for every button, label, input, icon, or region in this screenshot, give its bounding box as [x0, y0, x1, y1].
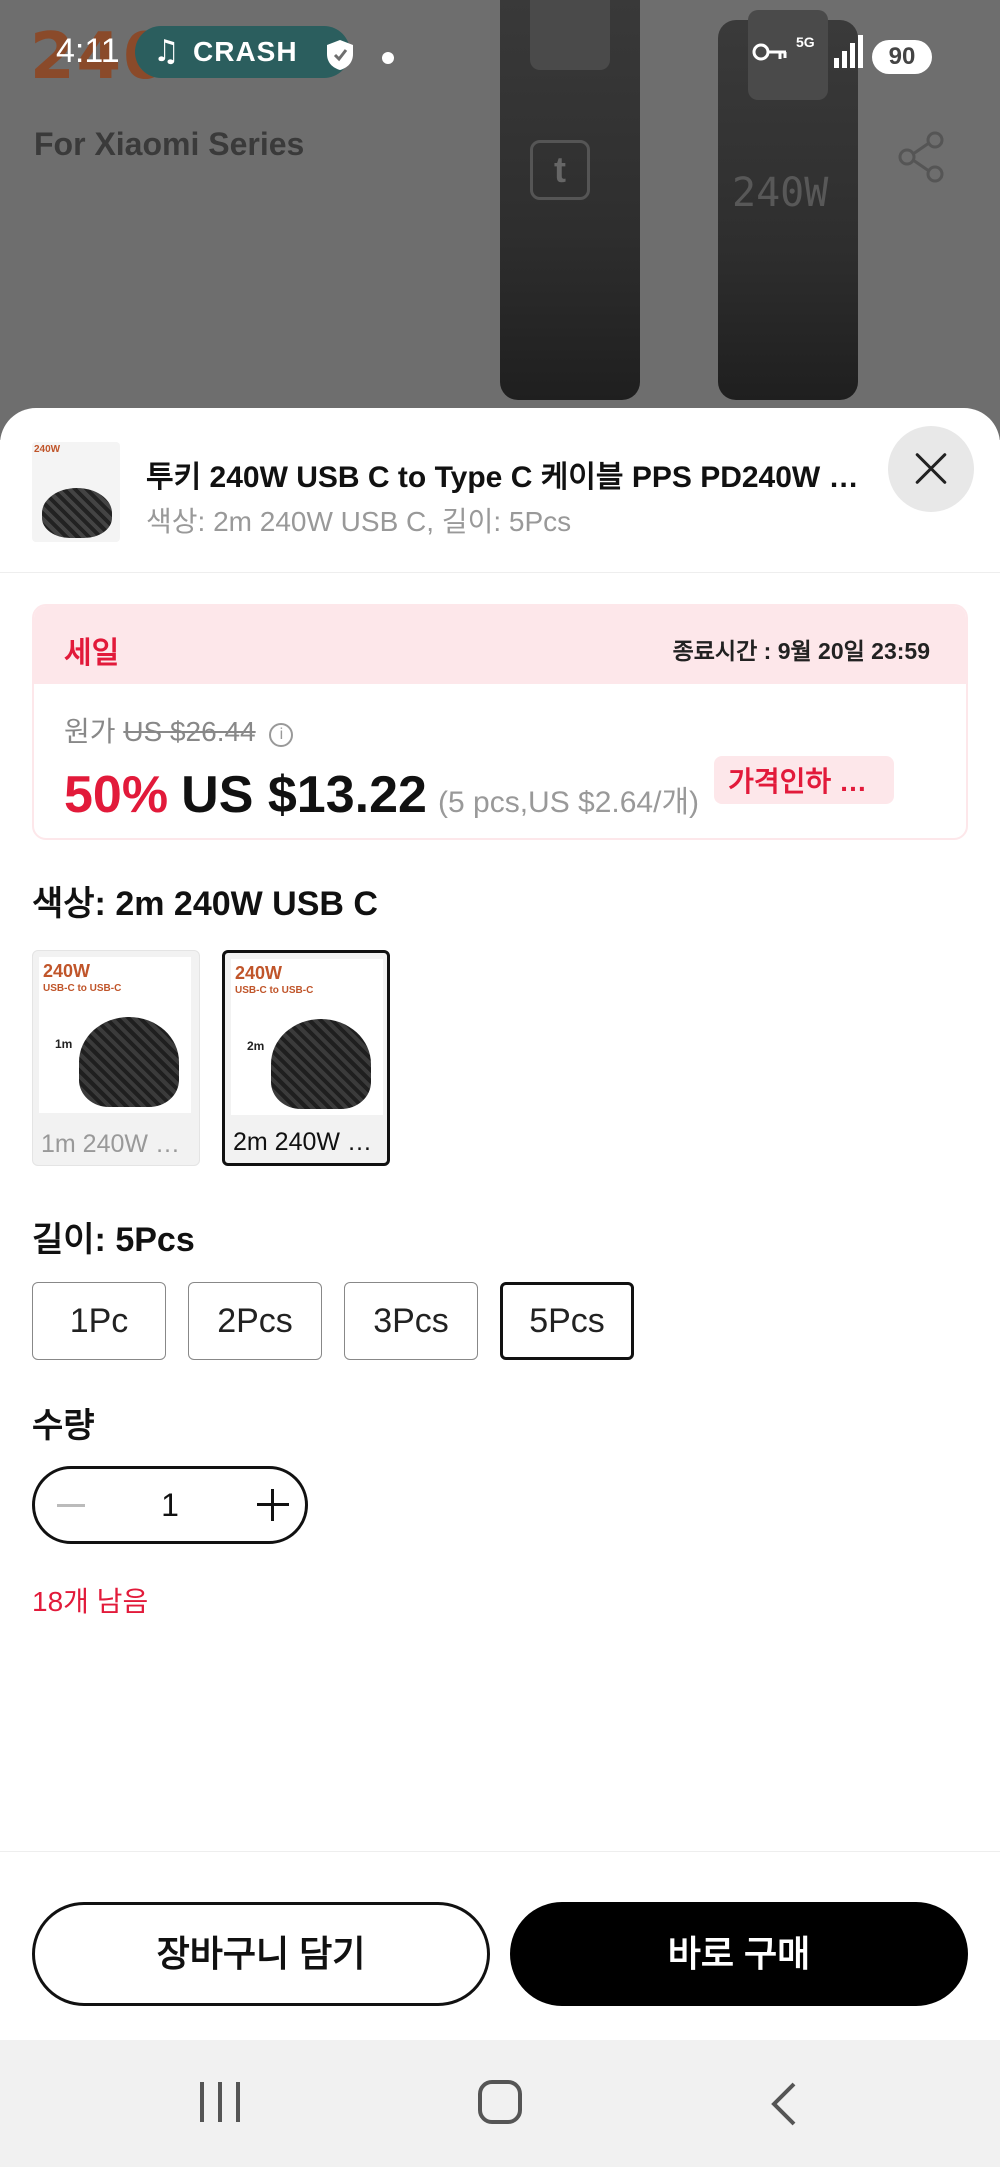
selected-variant: 색상: 2m 240W USB C, 길이: 5Pcs: [146, 506, 572, 537]
shield-icon: [327, 40, 353, 70]
stock-remaining: 18개 남음: [32, 1586, 149, 1617]
media-label: CRASH: [193, 36, 298, 67]
notification-dot: [382, 52, 394, 64]
info-icon[interactable]: i: [269, 723, 294, 747]
sale-header: 세일 종료시간 : 9월 20일 23:59: [34, 606, 966, 684]
original-price: 원가 US $26.44 i: [64, 710, 294, 750]
music-note-icon: ♫: [153, 34, 180, 69]
sale-end-time: 종료시간 : 9월 20일 23:59: [672, 638, 930, 664]
sale-price: US $13.22: [181, 766, 427, 824]
buy-now-button[interactable]: 바로 구매: [510, 1902, 968, 2006]
product-thumbnail: 240W: [32, 442, 120, 542]
swatch-length-label: 1m: [55, 1037, 73, 1051]
recent-apps-icon[interactable]: [200, 2082, 244, 2122]
price-drop-badge: 가격인하 …: [714, 756, 895, 804]
swatch-image-subtitle: USB-C to USB-C: [235, 985, 314, 996]
product-title: 투키 240W USB C to Type C 케이블 PPS PD240W 초…: [146, 461, 876, 494]
thumbnail-text: 240W: [34, 444, 61, 455]
system-nav-bar: [0, 2040, 1000, 2167]
length-option-2pcs[interactable]: 2Pcs: [188, 1282, 322, 1360]
length-option-3pcs[interactable]: 3Pcs: [344, 1282, 478, 1360]
add-to-cart-button[interactable]: 장바구니 담기: [32, 1902, 490, 2006]
swatch-caption: 2m 240W USB C: [233, 1128, 385, 1156]
sale-price-box: 세일 종료시간 : 9월 20일 23:59 원가 US $26.44 i 50…: [32, 604, 968, 840]
home-icon[interactable]: [478, 2080, 522, 2124]
quantity-stepper: 1: [32, 1466, 308, 1544]
original-price-value: US $26.44: [123, 716, 256, 747]
color-option-2m[interactable]: 240W USB-C to USB-C 2m 2m 240W USB C: [222, 950, 390, 1166]
network-type: 5G: [796, 34, 815, 50]
back-icon[interactable]: [764, 2080, 804, 2128]
price-row: 50% US $13.22 (5 pcs,US $2.64/개) 가격인하 …: [64, 756, 964, 826]
signal-icon: [834, 35, 863, 68]
length-option-1pc[interactable]: 1Pc: [32, 1282, 166, 1360]
cable-logo: t: [530, 140, 590, 200]
action-footer: 장바구니 담기 바로 구매: [0, 1851, 1000, 2051]
color-section-title: 색상: 2m 240W USB C: [32, 885, 378, 923]
cable-watt-text: 240W: [732, 170, 829, 216]
unit-price: (5 pcs,US $2.64/개): [438, 786, 700, 819]
vpn-key-icon: [752, 43, 787, 61]
battery-indicator: 90: [872, 40, 932, 74]
quantity-section-title: 수량: [32, 1407, 95, 1445]
swatch-image: 240W USB-C to USB-C 2m: [231, 959, 383, 1115]
status-time: 4:11: [56, 32, 120, 70]
original-price-label: 원가: [64, 716, 116, 747]
sheet-header: 240W 투키 240W USB C to Type C 케이블 PPS PD2…: [0, 408, 1000, 573]
promo-subtitle: For Xiaomi Series: [34, 126, 305, 162]
discount-percent: 50%: [64, 766, 169, 824]
swatch-image: 240W USB-C to USB-C 1m: [39, 957, 191, 1113]
swatch-caption: 1m 240W USB C: [41, 1130, 193, 1158]
increment-button[interactable]: [257, 1489, 289, 1521]
swatch-image-header: 240W: [235, 963, 283, 983]
close-button[interactable]: [888, 426, 974, 512]
share-icon: [898, 131, 944, 183]
swatch-image-subtitle: USB-C to USB-C: [43, 983, 122, 994]
media-playing-pill[interactable]: ♫ CRASH: [135, 26, 350, 78]
length-option-5pcs[interactable]: 5Pcs: [500, 1282, 634, 1360]
swatch-length-label: 2m: [247, 1039, 265, 1053]
color-option-1m[interactable]: 240W USB-C to USB-C 1m 1m 240W USB C: [32, 950, 200, 1166]
sale-label: 세일: [64, 637, 120, 670]
length-section-title: 길이: 5Pcs: [32, 1221, 195, 1259]
sku-selector-sheet: 240W 투키 240W USB C to Type C 케이블 PPS PD2…: [0, 408, 1000, 2167]
swatch-image-header: 240W: [43, 961, 91, 981]
status-bar: 4:11 ♫ CRASH 5G 90: [0, 20, 1000, 90]
